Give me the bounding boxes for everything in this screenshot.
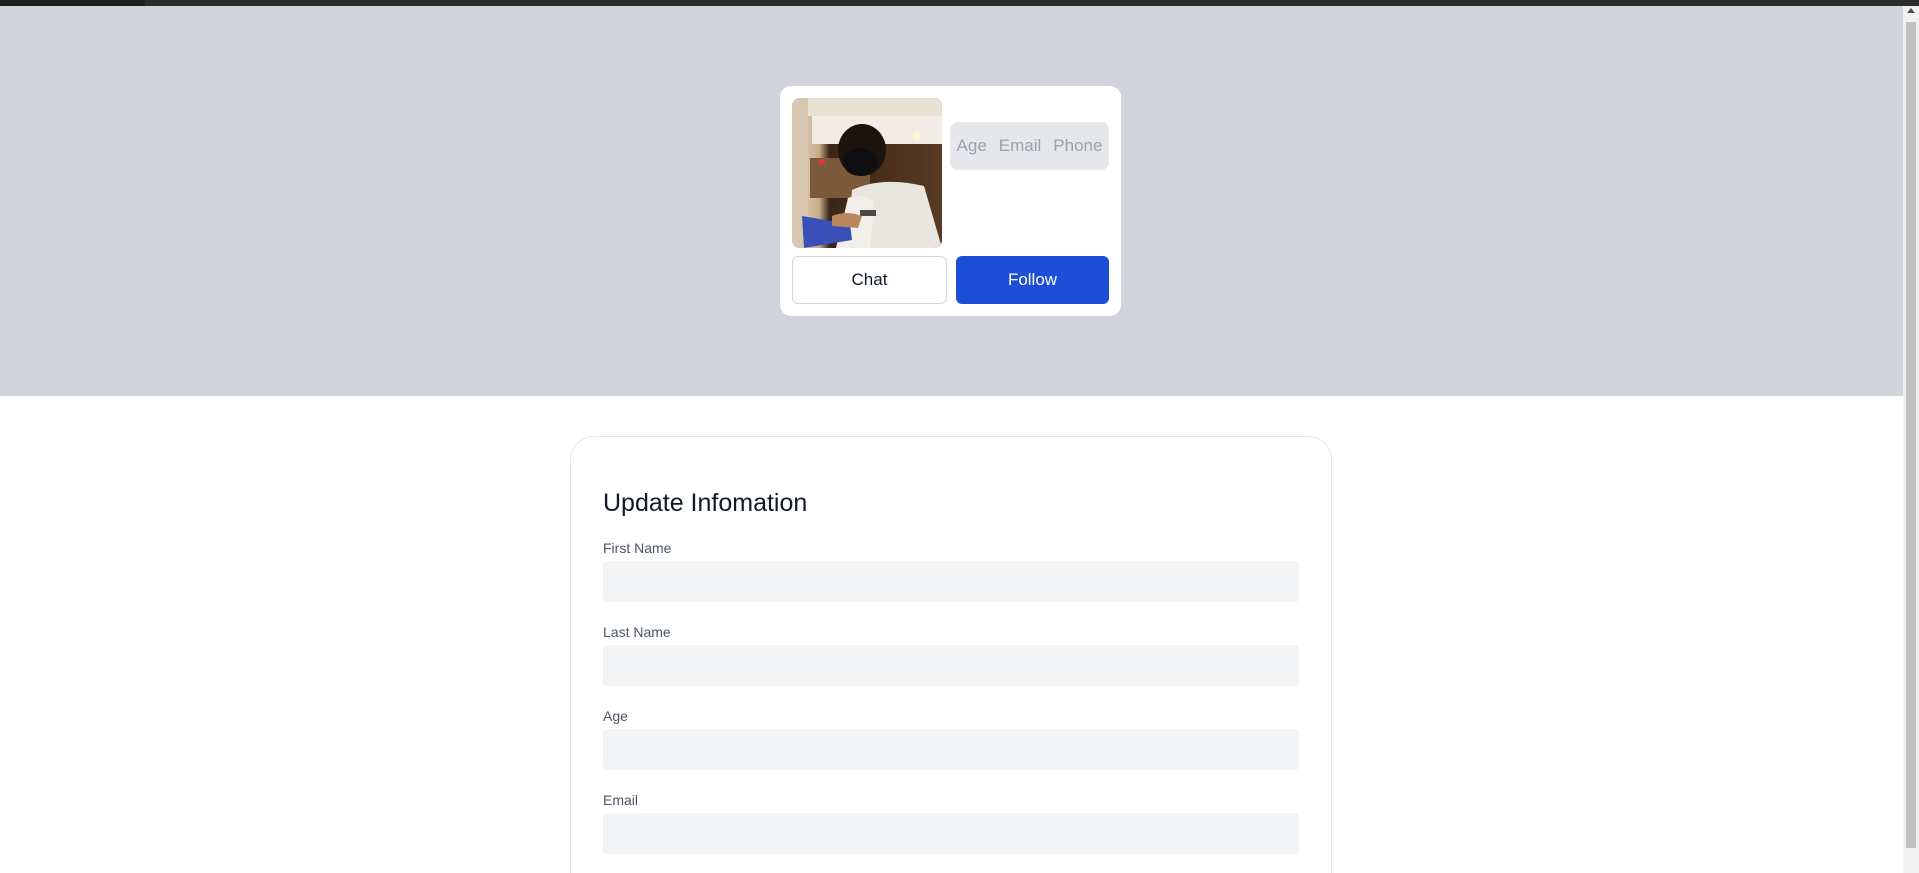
last-name-input[interactable] — [603, 645, 1299, 686]
first-name-input[interactable] — [603, 561, 1299, 602]
chat-button[interactable]: Chat — [792, 256, 947, 304]
avatar-photo — [792, 98, 942, 248]
first-name-label: First Name — [603, 540, 672, 556]
stat-email: Email — [998, 136, 1042, 155]
profile-card: Age Email Phone Chat Follow — [780, 86, 1121, 316]
profile-banner: Age Email Phone Chat Follow — [0, 6, 1903, 396]
triangle-up-icon[interactable] — [1907, 8, 1915, 13]
age-input[interactable] — [603, 729, 1299, 770]
stat-phone: Phone — [1053, 136, 1103, 155]
form-title: Update Infomation — [603, 489, 808, 517]
follow-button[interactable]: Follow — [956, 256, 1109, 304]
email-input[interactable] — [603, 813, 1299, 854]
age-label: Age — [603, 708, 628, 724]
email-label: Email — [603, 792, 639, 808]
update-info-form: Update Infomation First Name Last Name A… — [570, 436, 1332, 873]
page-viewport: Age Email Phone Chat Follow Update Infom… — [0, 6, 1903, 873]
vertical-scrollbar[interactable] — [1903, 6, 1919, 873]
avatar — [792, 98, 942, 248]
last-name-label: Last Name — [603, 624, 671, 640]
stats-box: Age Email Phone — [950, 122, 1109, 170]
stat-age: Age — [956, 136, 987, 155]
scrollbar-thumb[interactable] — [1906, 22, 1916, 848]
